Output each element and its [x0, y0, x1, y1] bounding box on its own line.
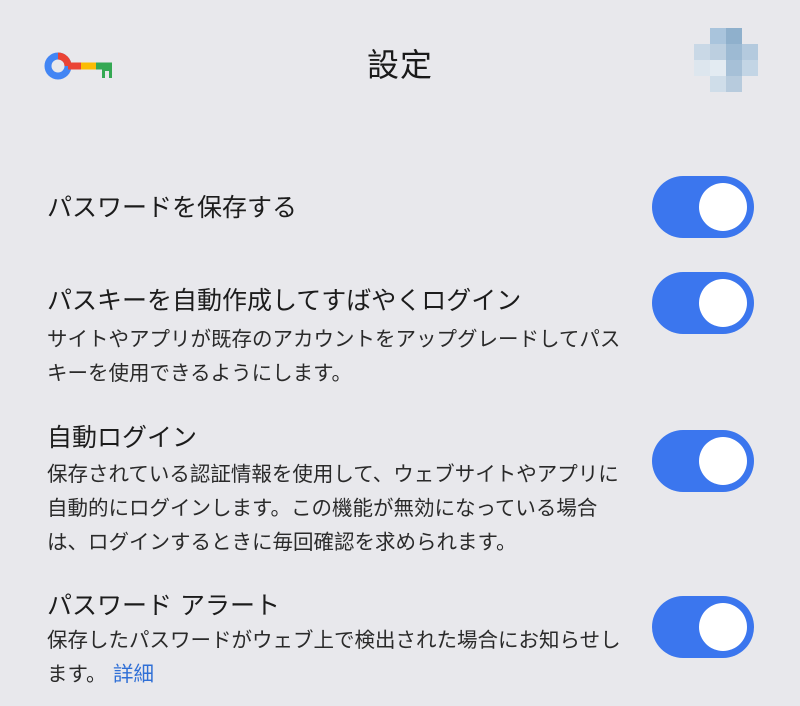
setting-title: パスワードを保存する	[47, 193, 298, 222]
save-passwords-toggle[interactable]	[652, 176, 754, 238]
setting-description: サイトやアプリが既存のアカウントをアップグレードしてパスキーを使用できるようにし…	[47, 327, 621, 385]
setting-title: パスキーを自動作成してすばやくログイン	[47, 286, 522, 315]
password-alert-toggle[interactable]	[652, 596, 754, 658]
setting-description: 保存されている認証情報を使用して、ウェブサイトやアプリに自動的にログインします。…	[47, 462, 619, 554]
toggle-knob	[699, 437, 747, 485]
setting-title: パスワード アラート	[47, 591, 280, 620]
auto-signin-toggle[interactable]	[652, 430, 754, 492]
toggle-knob	[699, 279, 747, 327]
toggle-knob	[699, 183, 747, 231]
auto-passkey-toggle[interactable]	[652, 272, 754, 334]
setting-title: 自動ログイン	[47, 423, 198, 452]
setting-description: 保存したパスワードがウェブ上で検出された場合にお知らせします。 詳細	[47, 623, 622, 691]
settings-list: パスワードを保存する パスキーを自動作成してすばやくログイン サイトやアプリが既…	[0, 0, 800, 706]
toggle-knob	[699, 603, 747, 651]
details-link[interactable]: 詳細	[113, 662, 154, 686]
